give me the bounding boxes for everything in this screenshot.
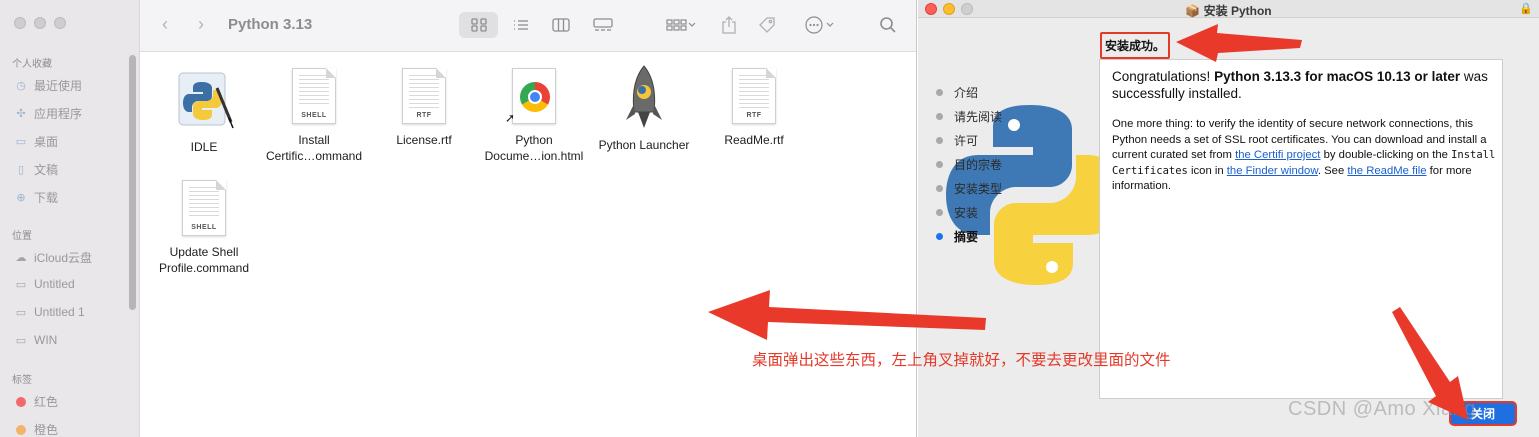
step-summary: 摘要 [936,224,1002,248]
file-item-license-rtf[interactable]: RTF License.rtf [369,68,479,148]
folder-title: Python 3.13 [228,16,313,33]
idle-app-icon [178,72,234,129]
document-icon: ▯ [17,164,25,176]
sidebar-section-locations: 位置 [12,231,32,242]
step-destination: 目的宗卷 [936,152,1002,176]
finder-window-link[interactable]: the Finder window [1227,165,1318,177]
file-item-readme-rtf[interactable]: RTF ReadMe.rtf [699,68,809,148]
sidebar-item-documents[interactable]: ▯ 文稿 [14,161,58,178]
sidebar-item-desktop[interactable]: ▭ 桌面 [14,133,58,150]
columns-icon [552,18,570,32]
sidebar-item-untitled-1[interactable]: ▭ Untitled 1 [14,305,85,319]
gallery-view-button[interactable] [590,12,616,38]
installer-title: 📦 安装 Python [1185,4,1272,18]
more-actions-button[interactable] [800,12,840,38]
file-item-idle[interactable]: IDLE [149,70,259,155]
html-document-icon: ➚ [505,68,556,125]
step-install: 安装 [936,200,1002,224]
sidebar-section-favorites: 个人收藏 [12,59,52,70]
file-label: Update Shell Profile.command [158,245,250,275]
close-window-button[interactable] [14,17,26,29]
chrome-icon [520,82,550,112]
annotation-note: 桌面弹出这些东西，左上角叉掉就好，不要去更改里面的文件 [752,352,1171,369]
alias-arrow-icon: ➚ [505,111,516,125]
download-icon: ⊕ [16,192,26,204]
icon-view-button[interactable] [459,12,498,38]
file-item-python-documentation[interactable]: ➚ Python Docume…ion.html [479,68,589,164]
sidebar-item-icloud[interactable]: ☁ iCloud云盘 [14,249,93,266]
file-label: Python Launcher [598,138,690,152]
tag-icon [759,17,775,33]
rtf-document-icon: RTF [402,68,446,124]
tag-button[interactable] [754,12,780,38]
search-button[interactable] [876,12,900,38]
cloud-icon: ☁ [15,252,27,264]
sidebar-item-applications[interactable]: ✣ 应用程序 [14,105,82,122]
sidebar-item-tag-red[interactable]: 红色 [14,393,58,410]
share-button[interactable] [716,12,742,38]
sidebar-item-untitled[interactable]: ▭ Untitled [14,277,75,291]
step-read-me: 请先阅读 [936,104,1002,128]
list-icon [514,20,528,30]
group-icon [666,19,696,31]
sidebar-item-tag-orange[interactable]: 橙色 [14,421,58,437]
zoom-window-button[interactable] [54,17,66,29]
clock-icon: ◷ [16,80,26,92]
file-item-update-shell-profile[interactable]: SHELL Update Shell Profile.command [149,180,259,276]
disk-icon: ▭ [15,306,27,319]
certifi-link[interactable]: the Certifi project [1235,149,1320,161]
finder-content: IDLE SHELL Install Certific…ommand RTF Li… [140,52,916,437]
congrats-text: Congratulations! Python 3.13.3 for macOS… [1112,69,1488,101]
back-icon[interactable]: ‹ [162,14,168,35]
sidebar-scrollbar[interactable] [129,55,136,310]
file-label: Python Docume…ion.html [484,133,584,163]
disk-icon: ▭ [15,334,27,347]
ellipsis-circle-icon [805,16,834,34]
file-label: ReadMe.rtf [724,133,784,147]
grid-icon [470,18,487,32]
installer-titlebar: 📦 安装 Python 🔒 [918,0,1539,18]
installer-steps: 介绍 请先阅读 许可 目的宗卷 安装类型 安装 摘要 [936,80,1002,248]
finder-sidebar: 个人收藏 ◷ 最近使用 ✣ 应用程序 ▭ 桌面 ▯ 文稿 ⊕ 下载 位置 ☁ iCloud云… [0,0,140,437]
window-controls [14,17,66,29]
sidebar-item-recents[interactable]: ◷ 最近使用 [14,77,82,94]
step-installation-type: 安装类型 [936,176,1002,200]
desktop-icon: ▭ [15,136,27,148]
shell-script-icon: SHELL [292,68,336,124]
lock-icon: 🔒 [1519,3,1533,15]
finder-toolbar: ‹ › Python 3.13 [140,0,916,52]
step-license: 许可 [936,128,1002,152]
apps-icon: ✣ [16,108,26,120]
column-view-button[interactable] [548,12,574,38]
file-label: License.rtf [396,133,452,147]
sidebar-section-tags: 标签 [12,375,32,386]
sidebar-item-win[interactable]: ▭ WIN [14,333,58,347]
finder-window: 个人收藏 ◷ 最近使用 ✣ 应用程序 ▭ 桌面 ▯ 文稿 ⊕ 下载 位置 ☁ iCloud云… [0,0,917,437]
forward-icon[interactable]: › [198,14,204,35]
step-introduction: 介绍 [936,80,1002,104]
share-icon [722,16,736,34]
shell-script-icon: SHELL [182,180,226,236]
disk-icon: ▭ [15,278,27,291]
file-item-python-launcher[interactable]: Python Launcher [589,64,699,153]
minimize-window-button[interactable] [34,17,46,29]
certificates-text: One more thing: to verify the identity o… [1112,118,1496,192]
sidebar-item-downloads[interactable]: ⊕ 下载 [14,189,58,206]
list-view-button[interactable] [508,12,534,38]
readme-link[interactable]: the ReadMe file [1347,165,1426,177]
tag-dot-icon [16,424,26,435]
file-label: IDLE [190,140,218,154]
group-button[interactable] [661,12,701,38]
installer-window: 📦 安装 Python 🔒 介绍 请先阅读 许可 目的宗卷 安装类型 安装 摘要… [918,0,1539,437]
gallery-icon [593,18,613,31]
package-icon: 📦 [1185,4,1204,18]
rocket-icon [626,65,662,128]
rtf-document-icon: RTF [732,68,776,124]
search-icon [880,17,896,33]
tag-dot-icon [16,396,26,407]
file-item-install-certificates[interactable]: SHELL Install Certific…ommand [259,68,369,164]
csdn-watermark: CSDN @Amo Xiang [1288,398,1476,420]
file-label: Install Certific…ommand [265,133,363,163]
success-heading: 安装成功。 [1100,32,1171,59]
